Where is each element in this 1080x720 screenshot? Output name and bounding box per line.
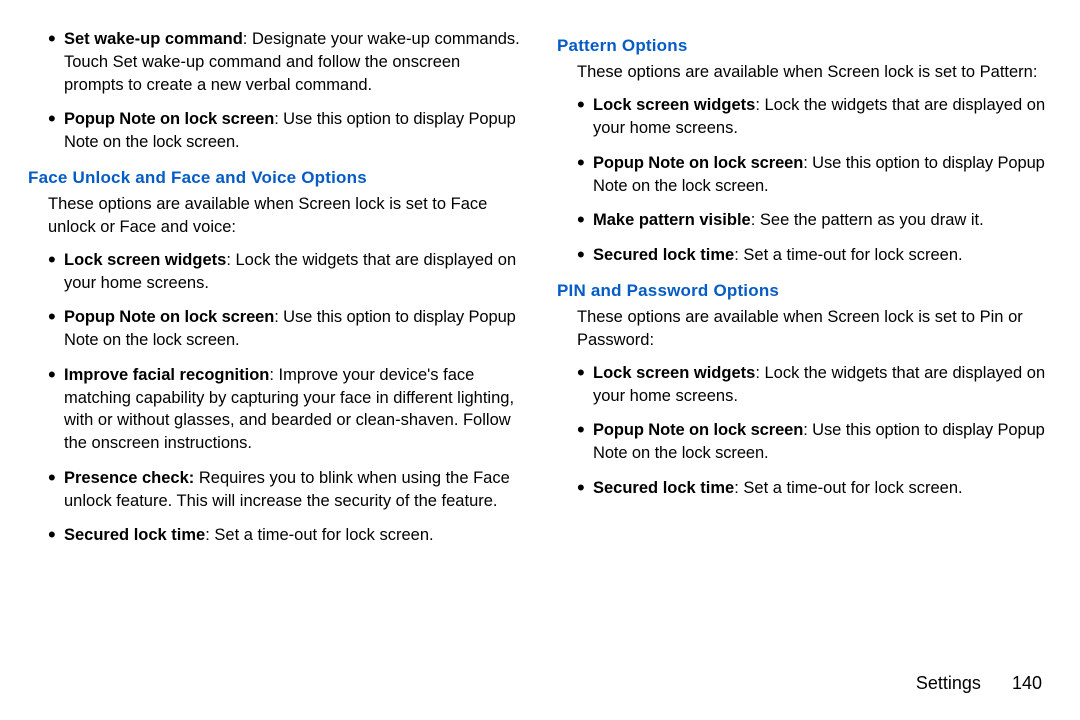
bullet-bold: Set wake-up command (64, 30, 243, 48)
bullet-text: : Set a time-out for lock screen. (734, 246, 962, 264)
section-heading-pin-password: PIN and Password Options (557, 279, 1052, 302)
section-heading-pattern: Pattern Options (557, 34, 1052, 57)
list-item: Popup Note on lock screen: Use this opti… (577, 152, 1052, 198)
pattern-bullet-list: Lock screen widgets: Lock the widgets th… (577, 94, 1052, 267)
bullet-text: : Set a time-out for lock screen. (734, 479, 962, 497)
list-item: Secured lock time: Set a time-out for lo… (577, 477, 1052, 500)
bullet-bold: Lock screen widgets (64, 251, 226, 269)
bullet-bold: Secured lock time (593, 479, 734, 497)
section-intro: These options are available when Screen … (577, 306, 1052, 352)
bullet-bold: Improve facial recognition (64, 366, 269, 384)
list-item: Set wake-up command: Designate your wake… (48, 28, 523, 96)
footer-label: Settings (916, 673, 981, 693)
list-item: Popup Note on lock screen: Use this opti… (48, 108, 523, 154)
list-item: Secured lock time: Set a time-out for lo… (48, 524, 523, 547)
list-item: Make pattern visible: See the pattern as… (577, 209, 1052, 232)
page-content: Set wake-up command: Designate your wake… (0, 0, 1080, 559)
list-item: Improve facial recognition: Improve your… (48, 364, 523, 455)
list-item: Lock screen widgets: Lock the widgets th… (48, 249, 523, 295)
bullet-bold: Lock screen widgets (593, 364, 755, 382)
left-column: Set wake-up command: Designate your wake… (28, 28, 523, 559)
bullet-text: : See the pattern as you draw it. (751, 211, 984, 229)
bullet-bold: Secured lock time (64, 526, 205, 544)
section-heading-face-unlock: Face Unlock and Face and Voice Options (28, 166, 523, 189)
pin-password-bullet-list: Lock screen widgets: Lock the widgets th… (577, 362, 1052, 500)
page-footer: Settings 140 (916, 673, 1042, 694)
list-item: Popup Note on lock screen: Use this opti… (48, 306, 523, 352)
top-bullet-list: Set wake-up command: Designate your wake… (48, 28, 523, 154)
bullet-bold: Make pattern visible (593, 211, 751, 229)
bullet-bold: Lock screen widgets (593, 96, 755, 114)
list-item: Lock screen widgets: Lock the widgets th… (577, 362, 1052, 408)
bullet-bold: Popup Note on lock screen (64, 308, 274, 326)
right-column: Pattern Options These options are availa… (557, 28, 1052, 559)
list-item: Secured lock time: Set a time-out for lo… (577, 244, 1052, 267)
bullet-bold: Presence check: (64, 469, 194, 487)
bullet-text: : Set a time-out for lock screen. (205, 526, 433, 544)
list-item: Presence check: Requires you to blink wh… (48, 467, 523, 513)
list-item: Lock screen widgets: Lock the widgets th… (577, 94, 1052, 140)
list-item: Popup Note on lock screen: Use this opti… (577, 419, 1052, 465)
bullet-bold: Popup Note on lock screen (593, 154, 803, 172)
bullet-bold: Secured lock time (593, 246, 734, 264)
section-intro: These options are available when Screen … (48, 193, 523, 239)
page-number: 140 (1012, 673, 1042, 693)
section-intro: These options are available when Screen … (577, 61, 1052, 84)
bullet-bold: Popup Note on lock screen (593, 421, 803, 439)
bullet-bold: Popup Note on lock screen (64, 110, 274, 128)
face-unlock-bullet-list: Lock screen widgets: Lock the widgets th… (48, 249, 523, 547)
